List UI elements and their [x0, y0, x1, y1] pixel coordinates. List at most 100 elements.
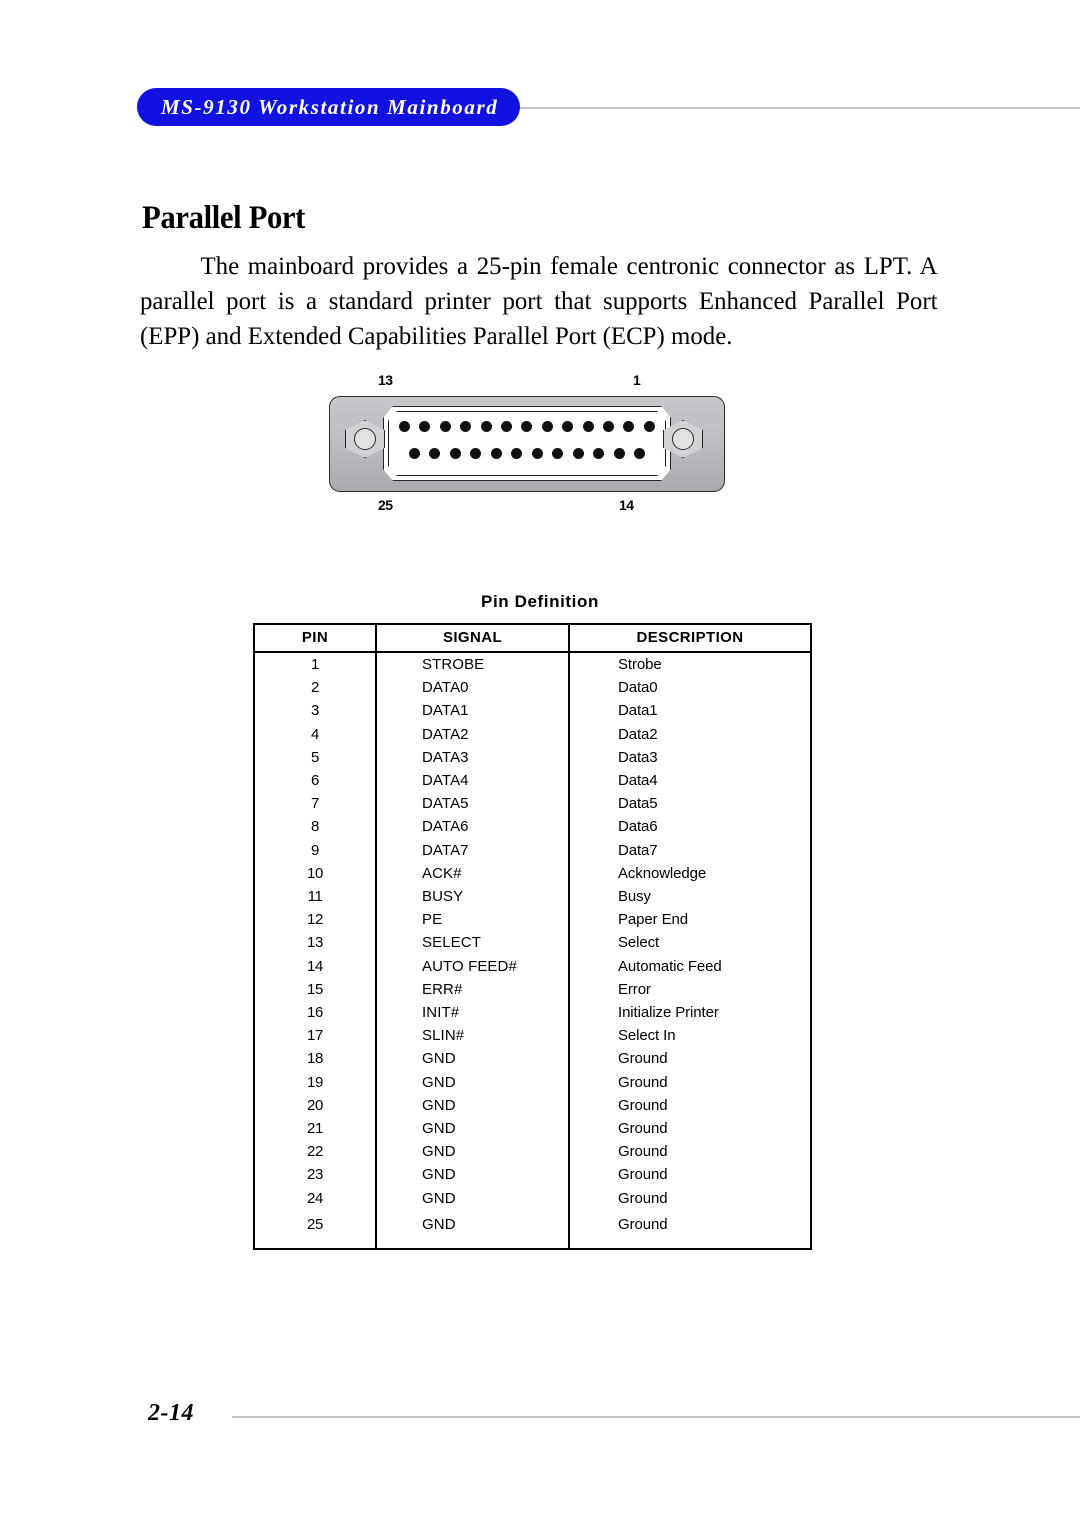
cell-signal: AUTO FEED# [375, 954, 569, 978]
table-caption: Pin Definition [481, 592, 599, 611]
table-row: 6 DATA4 Data4 [254, 769, 811, 793]
cell-description: Ground [568, 1163, 811, 1187]
table-row: 14 AUTO FEED# Automatic Feed [254, 954, 811, 978]
cell-pin: 5 [311, 748, 319, 766]
connector-pin-dot [541, 421, 553, 432]
cell-pin: 16 [307, 1004, 323, 1022]
cell-pin: 17 [307, 1027, 323, 1045]
connector-pin-dot [572, 448, 584, 459]
cell-description: Initialize Printer [568, 1001, 811, 1025]
cell-description: Data5 [568, 792, 811, 816]
column-header-description: DESCRIPTION [568, 624, 811, 652]
cell-signal: DATA1 [375, 699, 569, 723]
cell-signal: ACK# [375, 861, 569, 886]
cell-description: Ground [568, 1070, 811, 1094]
connector-pin-dot [531, 448, 543, 459]
cell-description: Select [568, 931, 811, 955]
table-row: 21 GND Ground [254, 1117, 811, 1141]
table-row: 7 DATA5 Data5 [254, 792, 811, 816]
connector-pin-dot [399, 421, 410, 432]
cell-pin: 20 [307, 1096, 323, 1114]
table-row: 3 DATA1 Data1 [254, 699, 811, 723]
cell-description: Data7 [568, 838, 811, 862]
connector-pin-dot [593, 448, 605, 459]
connector-pin-dot [501, 421, 513, 432]
connector-pin-dot [643, 421, 655, 432]
running-header: MS-9130 Workstation Mainboard [0, 88, 1080, 128]
screw-hole-left-icon [354, 428, 376, 450]
table-row: 13 SELECT Select [254, 931, 811, 955]
cell-description: Error [568, 977, 811, 1002]
cell-description: Ground [568, 1140, 811, 1164]
cell-signal: DATA6 [375, 815, 569, 839]
table-body: 1 STROBE Strobe 2 DATA0 Data0 3 DATA1 Data1 4 DATA… [254, 652, 811, 1249]
cell-signal: GND [375, 1070, 569, 1094]
cell-description: Ground [568, 1093, 811, 1118]
column-header-signal: SIGNAL [375, 624, 569, 652]
table-row: 9 DATA7 Data7 [254, 838, 811, 862]
cell-pin: 2 [311, 679, 319, 697]
cell-signal: ERR# [375, 977, 569, 1002]
page-number: 2-14 [148, 1400, 194, 1426]
intro-paragraph: The mainboard provides a 25-pin female c… [140, 250, 938, 350]
cell-pin: 15 [307, 980, 323, 998]
table-row: 23 GND Ground [254, 1163, 811, 1187]
cell-description: Busy [568, 885, 811, 909]
table-row: 15 ERR# Error [254, 977, 811, 1002]
connector-pin-dot [490, 448, 502, 459]
connector-pin-dot [511, 448, 523, 459]
connector-pin-dot [582, 421, 594, 432]
footer-rule [232, 1416, 1080, 1418]
connector-pin-dot [449, 448, 461, 459]
connector-pin-label-bottom-right: 14 [619, 497, 634, 513]
connector-pin-label-top-right: 1 [633, 372, 641, 388]
cell-description: Acknowledge [568, 861, 811, 886]
cell-description: Data0 [568, 676, 811, 700]
table-row: 11 BUSY Busy [254, 885, 811, 909]
table-row: 19 GND Ground [254, 1070, 811, 1094]
cell-pin: 9 [311, 841, 319, 859]
table-row: 17 SLIN# Select In [254, 1024, 811, 1048]
cell-pin: 22 [307, 1143, 323, 1161]
cell-description: Ground [568, 1186, 811, 1210]
column-header-pin: PIN [301, 629, 329, 646]
cell-pin: 1 [311, 656, 319, 673]
screw-hole-right-icon [672, 428, 694, 450]
connector-pin-dot [562, 421, 574, 432]
cell-signal: GND [375, 1209, 569, 1249]
connector-pin-label-top-left: 13 [378, 372, 393, 388]
cell-signal: GND [375, 1140, 569, 1164]
connector-pin-dot [613, 448, 625, 459]
cell-signal: BUSY [375, 885, 569, 909]
table-row: 20 GND Ground [254, 1093, 811, 1118]
cell-signal: GND [375, 1117, 569, 1141]
cell-pin: 3 [311, 702, 319, 720]
connector-pin-dot [603, 421, 615, 432]
connector-pin-row-bottom [409, 448, 645, 459]
cell-pin: 13 [307, 934, 323, 952]
cell-signal: GND [375, 1093, 569, 1118]
cell-signal: PE [375, 908, 569, 932]
cell-pin: 14 [307, 957, 323, 975]
cell-signal: GND [375, 1047, 569, 1071]
cell-description: Ground [568, 1117, 811, 1141]
connector-pin-dot [633, 448, 645, 459]
table-row: 18 GND Ground [254, 1047, 811, 1071]
cell-description: Strobe [568, 652, 811, 677]
cell-signal: DATA5 [375, 792, 569, 816]
cell-pin: 6 [311, 772, 319, 790]
cell-signal: SELECT [375, 931, 569, 955]
cell-pin: 12 [307, 911, 323, 929]
connector-pin-dot [419, 421, 431, 432]
cell-description: Ground [568, 1209, 811, 1249]
table-row: 22 GND Ground [254, 1140, 811, 1164]
cell-description: Data2 [568, 722, 811, 746]
cell-signal: DATA0 [375, 676, 569, 700]
cell-pin: 10 [307, 864, 323, 882]
cell-pin: 8 [311, 818, 319, 836]
connector-pin-label-bottom-left: 25 [378, 497, 393, 513]
header-title-label: MS-9130 Workstation Mainboard [161, 94, 499, 119]
header-title-pill: MS-9130 Workstation Mainboard [137, 88, 521, 126]
table-row: 25 GND Ground [254, 1209, 811, 1249]
table-row: 10 ACK# Acknowledge [254, 861, 811, 886]
